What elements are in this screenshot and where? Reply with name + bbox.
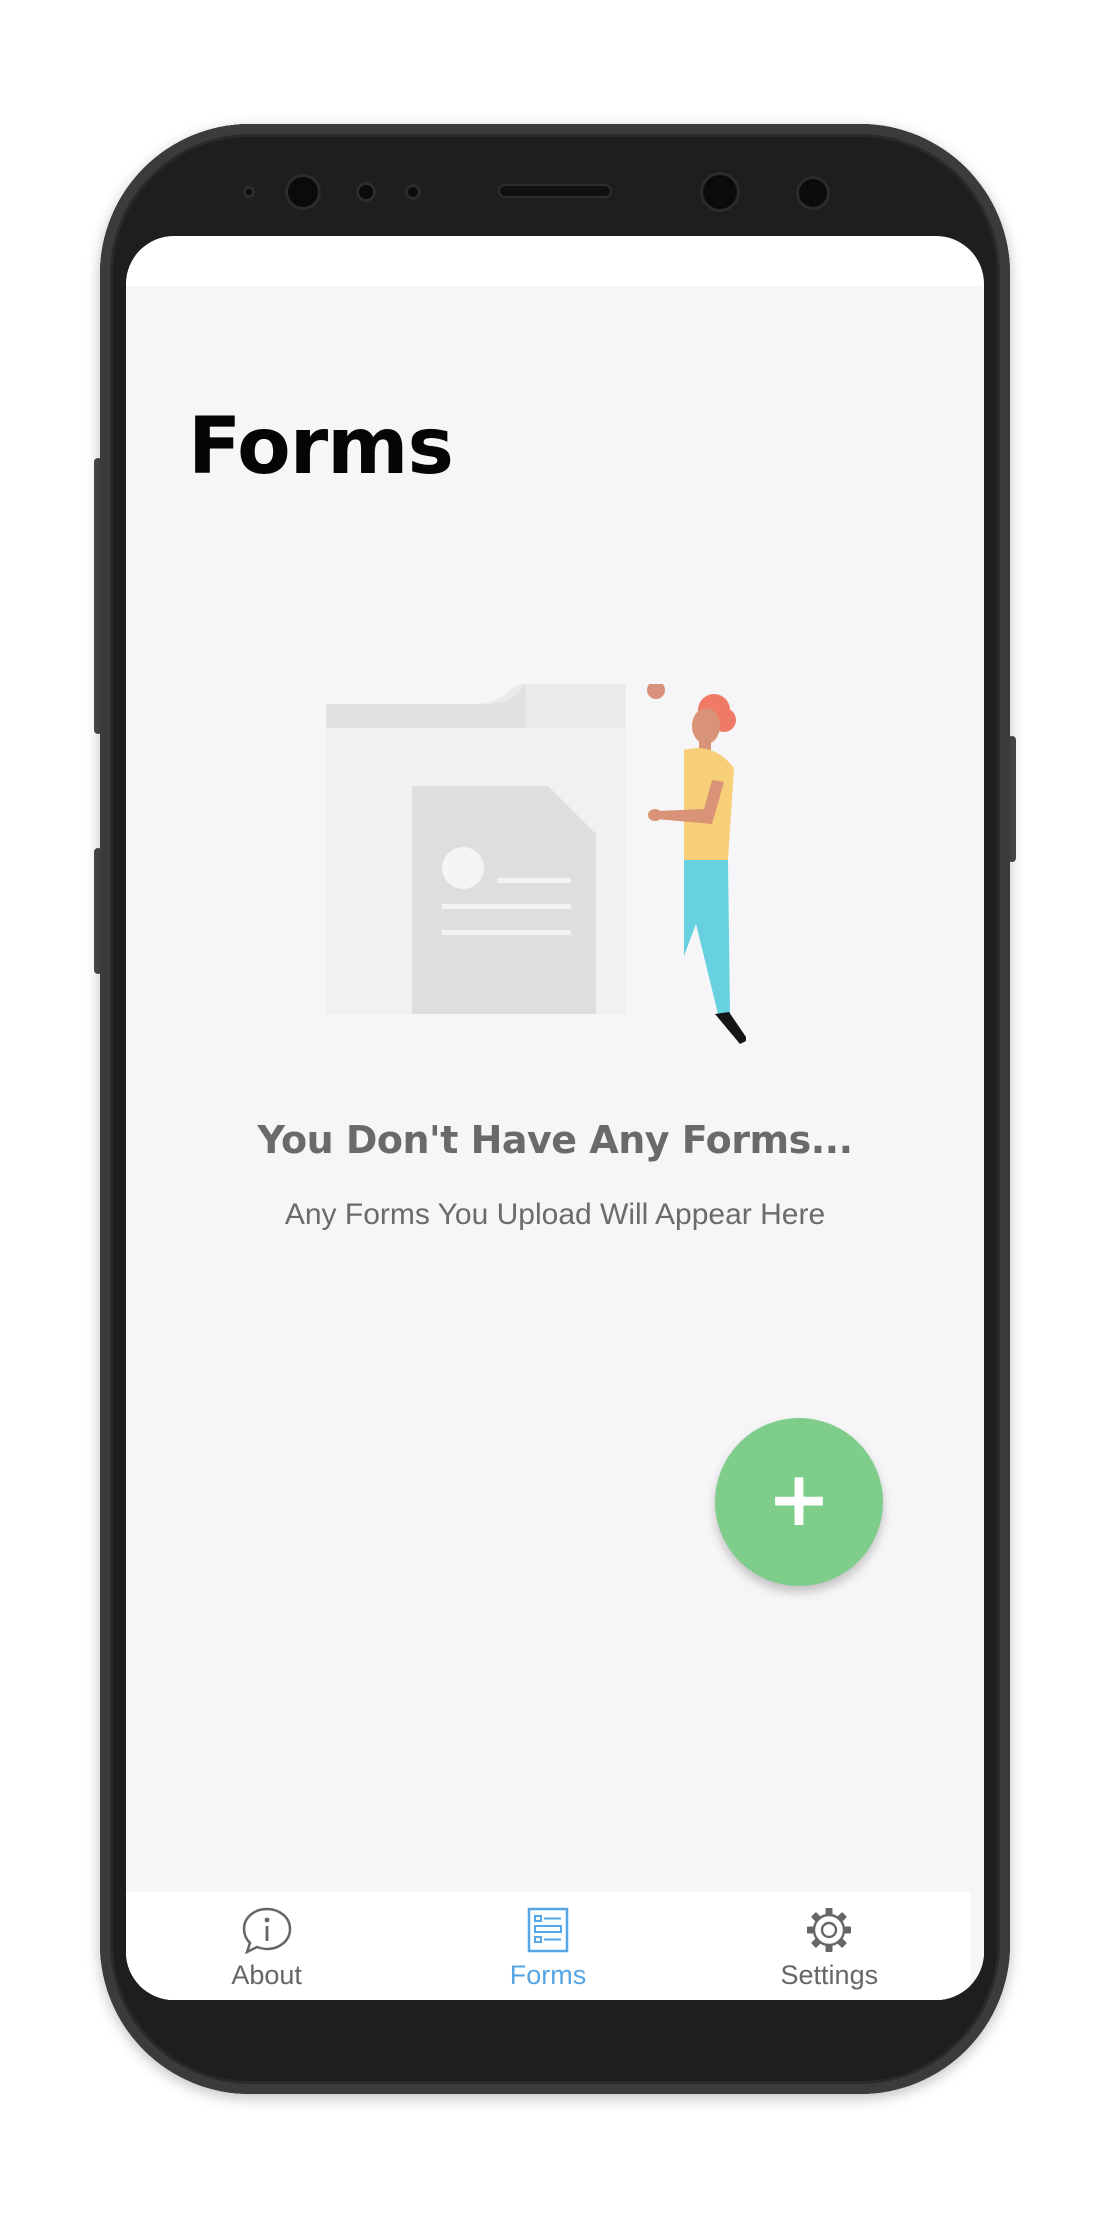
gear-icon xyxy=(807,1908,852,1952)
nav-item-about[interactable]: About xyxy=(126,1892,407,2000)
forms-list-icon xyxy=(527,1907,569,1953)
plus-icon: + xyxy=(767,1454,831,1543)
nav-item-forms[interactable]: Forms xyxy=(407,1892,688,2000)
nav-item-settings[interactable]: Settings xyxy=(689,1892,970,2000)
page-title: Forms xyxy=(188,402,454,492)
sensor-dot xyxy=(356,182,376,202)
nav-label-about: About xyxy=(231,1960,302,1990)
folder-with-person-illustration xyxy=(326,684,746,1044)
empty-state-title: You Don't Have Any Forms... xyxy=(257,1118,853,1162)
front-camera xyxy=(285,174,321,210)
nav-label-forms: Forms xyxy=(509,1960,587,1990)
nav-label-settings: Settings xyxy=(780,1960,879,1990)
sensor-dot xyxy=(405,184,421,200)
earpiece-speaker xyxy=(498,184,612,198)
add-form-button[interactable]: + xyxy=(715,1418,883,1586)
sensor-dot xyxy=(243,186,255,198)
sensor-dot xyxy=(796,176,830,210)
forms-screen: Forms You Don't Have Any Forms... Any Fo… xyxy=(126,286,984,2000)
info-icon xyxy=(242,1907,291,1954)
iris-scanner xyxy=(700,172,740,212)
empty-state-subtitle: Any Forms You Upload Will Appear Here xyxy=(284,1198,826,1231)
phone-screen: Forms You Don't Have Any Forms... Any Fo… xyxy=(126,236,984,2000)
bottom-navigation: About Forms Settings xyxy=(126,1892,970,2000)
